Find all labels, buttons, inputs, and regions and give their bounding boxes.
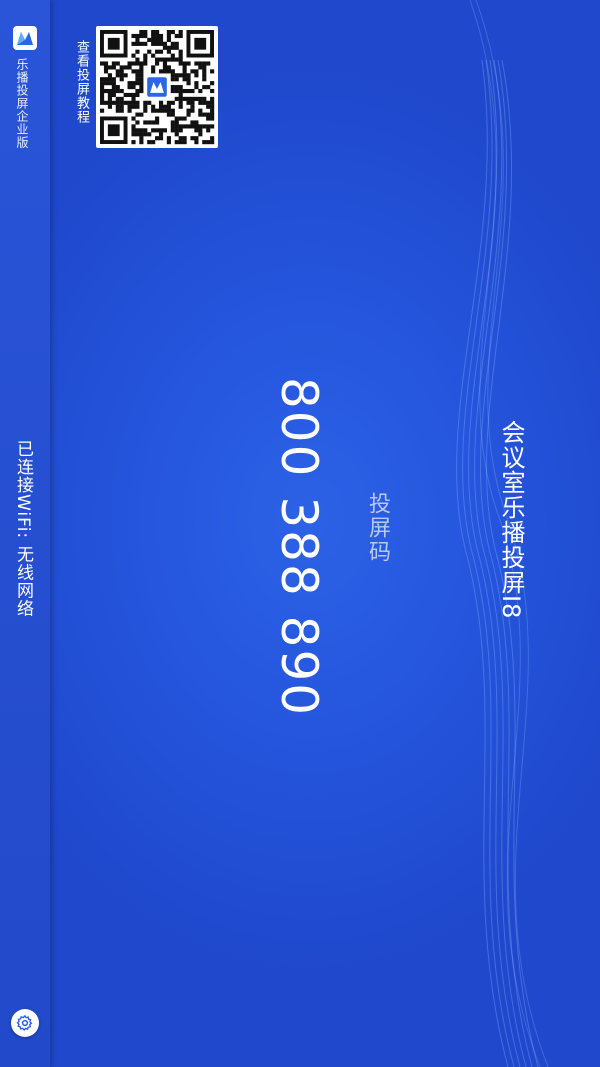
- qr-code-icon: [100, 30, 215, 145]
- lebo-logo-icon: [13, 26, 37, 50]
- cast-code-label: 投屏码: [365, 492, 390, 564]
- brand-name: 乐播投屏企业版: [15, 58, 29, 149]
- tutorial-label: 查看投屏教程: [74, 40, 89, 124]
- wifi-status: 已连接WiFi: 无线网络: [13, 440, 33, 618]
- tutorial-qr-code[interactable]: [96, 26, 218, 148]
- cast-screen: 乐播投屏企业版 已连接WiFi: 无线网络 查看投屏教程 投屏码 800 388…: [0, 0, 600, 1067]
- gear-icon: [16, 1014, 33, 1032]
- cast-code-value: 800 388 890: [270, 377, 328, 718]
- sidebar: 乐播投屏企业版 已连接WiFi: 无线网络: [0, 0, 50, 1067]
- device-name: 会议室乐播投屏I8: [497, 420, 525, 620]
- settings-button[interactable]: [11, 1009, 39, 1037]
